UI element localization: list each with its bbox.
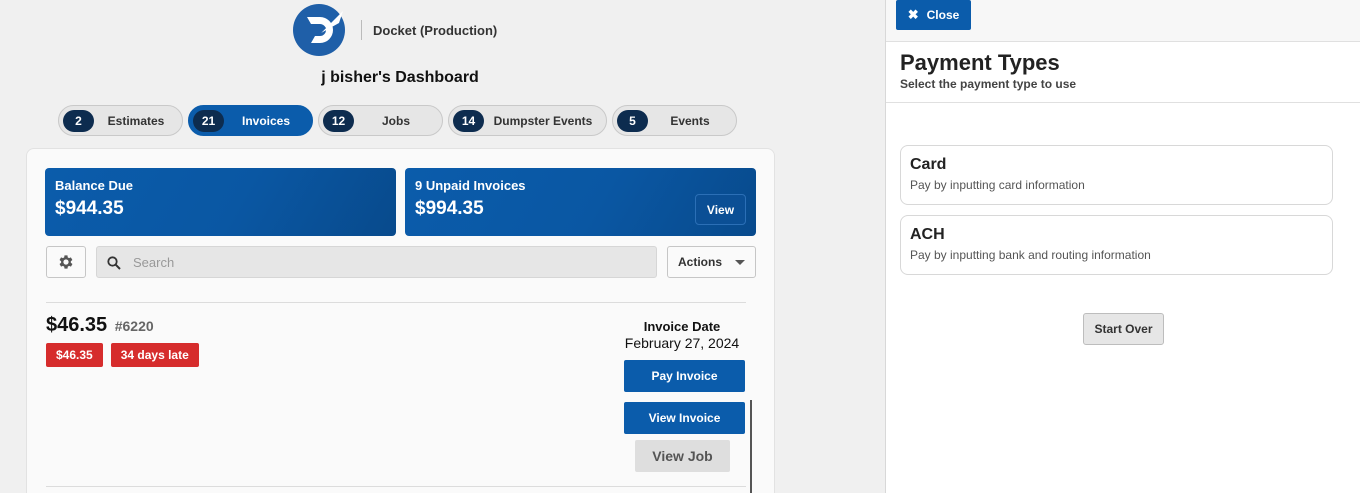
option-description: Pay by inputting bank and routing inform… (910, 248, 1151, 262)
dashboard-tabs: 2 Estimates 21 Invoices 12 Jobs 14 Dumps… (58, 105, 742, 136)
tab-invoices[interactable]: 21 Invoices (188, 105, 313, 136)
dashboard-title: j bisher's Dashboard (321, 69, 479, 86)
tab-label: Events (670, 113, 710, 128)
view-job-button[interactable]: View Job (635, 440, 730, 472)
invoice-date-value: February 27, 2024 (624, 335, 740, 351)
tab-count: 12 (323, 109, 354, 132)
payment-types-panel: ✖ Close Payment Types Select the payment… (885, 0, 1360, 493)
dashboard-area: Docket (Production) j bisher's Dashboard… (0, 0, 885, 493)
actions-dropdown[interactable]: Actions (667, 246, 756, 278)
divider (46, 486, 746, 487)
panel-topbar: ✖ Close (886, 0, 1360, 42)
invoice-toolbar: Actions (46, 246, 756, 278)
chevron-down-icon (735, 259, 745, 265)
tab-count: 14 (453, 109, 484, 132)
amount-due-badge: $46.35 (46, 343, 103, 367)
divider (46, 302, 746, 303)
search-input[interactable] (133, 247, 633, 277)
invoice-date-label: Invoice Date (643, 319, 721, 334)
payment-option-card[interactable]: Card Pay by inputting card information (900, 145, 1333, 205)
payment-option-ach[interactable]: ACH Pay by inputting bank and routing in… (900, 215, 1333, 275)
option-title: ACH (910, 226, 945, 243)
search-icon (107, 256, 121, 270)
panel-title: Payment Types (900, 50, 1060, 75)
settings-button[interactable] (46, 246, 86, 278)
tab-count: 21 (193, 109, 224, 132)
panel-header: Payment Types Select the payment type to… (886, 42, 1360, 103)
view-invoice-button[interactable]: View Invoice (624, 402, 745, 434)
invoice-number: #6220 (114, 318, 154, 334)
app-name: Docket (Production) (373, 22, 498, 38)
start-over-button[interactable]: Start Over (1083, 313, 1164, 345)
header-divider (361, 20, 362, 40)
close-icon: ✖ (907, 7, 919, 22)
panel-subtitle: Select the payment type to use (900, 77, 1077, 91)
unpaid-invoices-label: 9 Unpaid Invoices (415, 178, 526, 193)
option-title: Card (910, 156, 947, 173)
actions-label: Actions (678, 255, 723, 269)
app-header: Docket (Production) (293, 4, 497, 56)
tab-label: Estimates (107, 113, 165, 128)
tab-events[interactable]: 5 Events (612, 105, 737, 136)
docket-logo-icon (293, 4, 345, 56)
invoice-amount-value: $46.35 (46, 314, 108, 336)
search-box (96, 246, 657, 278)
tab-dumpster-events[interactable]: 14 Dumpster Events (448, 105, 607, 136)
close-label: Close (926, 8, 960, 22)
invoice-badges: $46.35 34 days late (46, 343, 207, 367)
tab-count: 2 (63, 109, 94, 132)
invoices-card: Balance Due $944.35 9 Unpaid Invoices $9… (26, 148, 775, 493)
pay-invoice-button[interactable]: Pay Invoice (624, 360, 745, 392)
balance-due-value: $944.35 (55, 198, 124, 219)
tab-label: Invoices (241, 113, 291, 128)
scroll-divider (750, 400, 752, 493)
invoice-amount: $46.35 #6220 (46, 314, 154, 337)
gear-icon (59, 255, 73, 269)
tab-label: Dumpster Events (493, 113, 593, 128)
view-unpaid-button[interactable]: View (695, 194, 746, 225)
close-button[interactable]: ✖ Close (896, 0, 971, 30)
tab-estimates[interactable]: 2 Estimates (58, 105, 183, 136)
tab-label: Jobs (381, 113, 410, 128)
days-late-badge: 34 days late (110, 343, 199, 367)
balance-due-card: Balance Due $944.35 (45, 168, 396, 236)
unpaid-invoices-card: 9 Unpaid Invoices $994.35 View (405, 168, 756, 236)
option-description: Pay by inputting card information (910, 178, 1085, 192)
tab-count: 5 (617, 109, 648, 132)
balance-due-label: Balance Due (55, 178, 134, 193)
tab-jobs[interactable]: 12 Jobs (318, 105, 443, 136)
